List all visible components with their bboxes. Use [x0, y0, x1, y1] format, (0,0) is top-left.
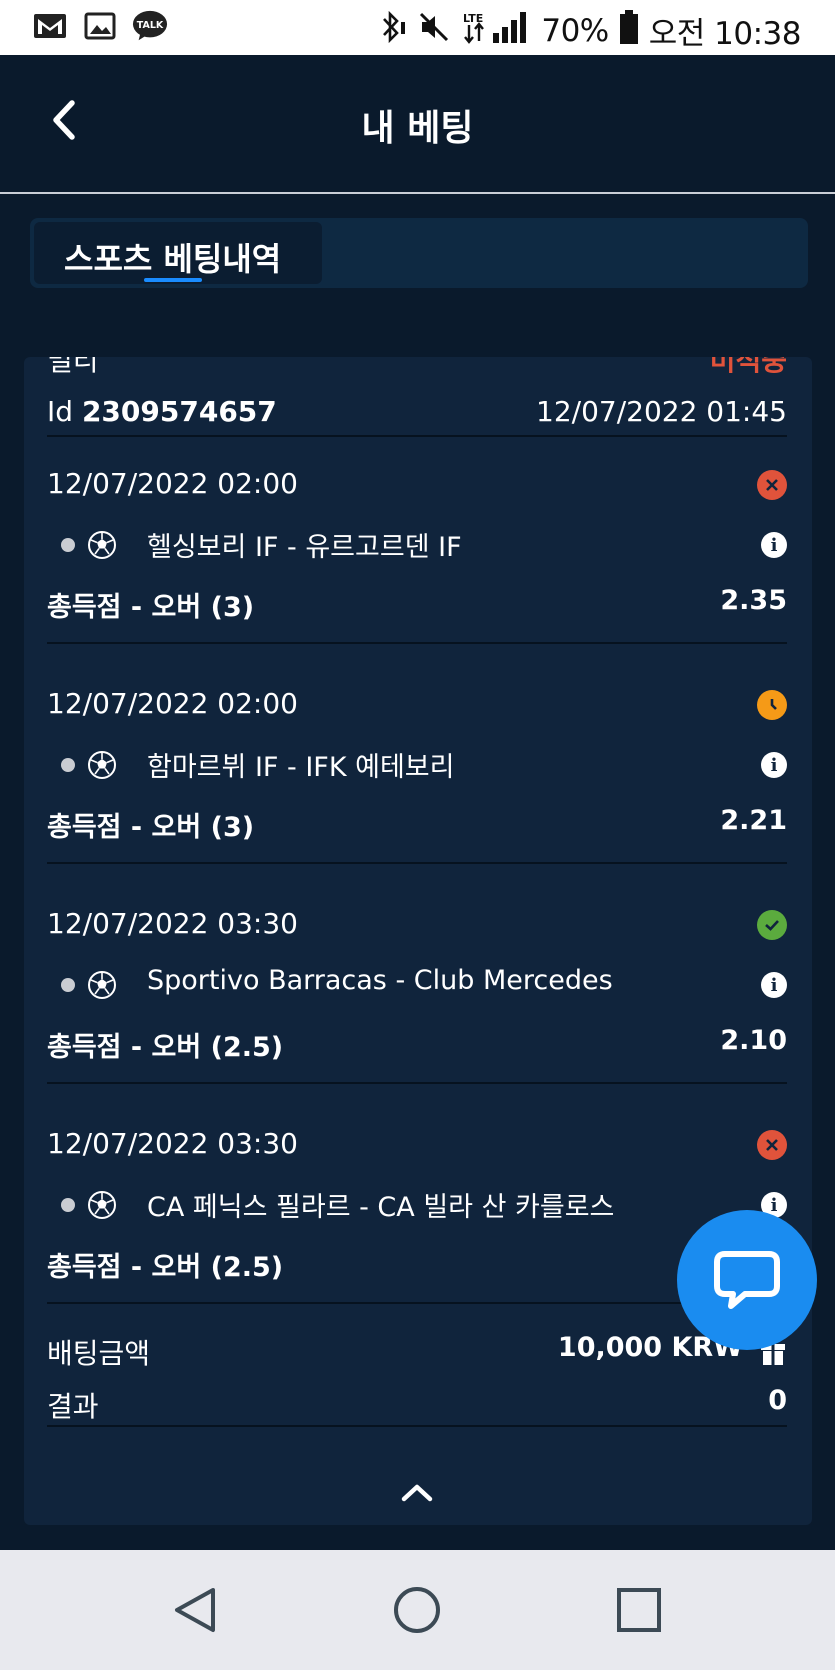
selection-time: 12/07/2022 03:30: [47, 1127, 298, 1160]
lte-signal-icon: LTE: [461, 9, 531, 53]
battery-percent: 70%: [541, 12, 609, 49]
bet-type: 멀티: [47, 357, 99, 377]
tab-bar: 스포츠 베팅내역: [30, 218, 808, 288]
circle-home-icon: [394, 1587, 440, 1633]
clock-status-icon: [757, 690, 787, 720]
tab-sports-bet-history[interactable]: 스포츠 베팅내역: [34, 222, 322, 284]
selection-time-row: 12/07/2022 03:30: [47, 907, 787, 947]
live-chat-button[interactable]: [677, 1210, 817, 1350]
selection-match: 헬싱보리 IF - 유르고르덴 IF: [147, 532, 462, 563]
chat-bubble-icon: [714, 1251, 780, 1309]
clock: 오전 10:38: [648, 16, 802, 52]
mute-icon: [417, 10, 451, 52]
page-title: 내 베팅: [361, 108, 474, 149]
lost-status-icon: [757, 1130, 787, 1160]
selection-time-row: 12/07/2022 02:00: [47, 467, 787, 507]
triangle-back-icon: [175, 1588, 215, 1632]
stake-row: 배팅금액 10,000 KRW: [47, 1332, 787, 1372]
bullet: [61, 978, 75, 992]
selection-market: 총득점 - 오버 (2.5): [47, 1032, 284, 1063]
selection-match: CA 페닉스 필라르 - CA 빌라 산 카를로스: [147, 1192, 615, 1223]
selection-match: 함마르뷔 IF - IFK 예테보리: [147, 752, 455, 783]
bet-id-label: Id: [47, 395, 74, 428]
divider: [47, 862, 787, 864]
divider: [47, 435, 787, 437]
result-label: 결과: [47, 1390, 99, 1423]
notification-icons: TALK: [32, 10, 168, 42]
kakaotalk-icon: TALK: [132, 10, 168, 42]
system-status: LTE 70% 오전 10:38: [375, 8, 802, 53]
selection-market-row: 총득점 - 오버 (3) 2.21: [47, 805, 787, 845]
info-icon[interactable]: i: [761, 972, 787, 998]
selection-odds: 2.35: [720, 585, 787, 616]
gallery-icon: [82, 10, 118, 42]
bullet: [61, 1198, 75, 1212]
app-header: 내 베팅: [0, 55, 835, 193]
collapse-button[interactable]: [394, 1477, 440, 1507]
stake-label: 배팅금액: [47, 1337, 151, 1370]
selection-time-row: 12/07/2022 03:30: [47, 1127, 787, 1167]
header-divider: [0, 192, 835, 194]
selection-market: 총득점 - 오버 (2.5): [47, 1252, 284, 1283]
lte-label: LTE: [463, 12, 483, 25]
info-icon[interactable]: i: [761, 752, 787, 778]
selection-time: 12/07/2022 03:30: [47, 907, 298, 940]
selection-market-row: 총득점 - 오버 (2.5): [47, 1245, 787, 1285]
nav-back-button[interactable]: [160, 1580, 230, 1640]
soccer-ball-icon: [88, 971, 116, 999]
bullet: [61, 758, 75, 772]
selection-match: Sportivo Barracas - Club Mercedes: [147, 965, 613, 996]
selection-market: 총득점 - 오버 (3): [47, 592, 255, 623]
soccer-ball-icon: [88, 1191, 116, 1219]
selection-odds: 2.10: [720, 1025, 787, 1056]
bluetooth-icon: [375, 10, 407, 52]
bet-status: 미적중: [709, 357, 787, 377]
tab-label: 스포츠 베팅내역: [64, 240, 282, 278]
tab-active-indicator: [144, 278, 202, 282]
selection-time-row: 12/07/2022 02:00: [47, 687, 787, 727]
system-nav-bar: [0, 1550, 835, 1670]
chevron-up-icon: [401, 1484, 433, 1502]
selection-odds: 2.21: [720, 805, 787, 836]
divider: [47, 1302, 787, 1304]
nav-home-button[interactable]: [382, 1580, 452, 1640]
info-icon[interactable]: i: [761, 532, 787, 558]
bet-id: Id 2309574657: [47, 395, 277, 428]
selection-market-row: 총득점 - 오버 (3) 2.35: [47, 585, 787, 625]
check-status-icon: [757, 910, 787, 940]
soccer-ball-icon: [88, 751, 116, 779]
selection-match-row: Sportivo Barracas - Club Mercedes i: [47, 965, 787, 1005]
divider: [47, 1425, 787, 1427]
result-row: 결과 0: [47, 1385, 787, 1425]
square-recents-icon: [617, 1588, 661, 1632]
bet-id-value: 2309574657: [81, 395, 277, 428]
selection-match-row: 함마르뷔 IF - IFK 예테보리 i: [47, 745, 787, 785]
divider: [47, 1082, 787, 1084]
bet-placed-at: 12/07/2022 01:45: [536, 395, 787, 428]
selection-market-row: 총득점 - 오버 (2.5) 2.10: [47, 1025, 787, 1065]
selection-time: 12/07/2022 02:00: [47, 687, 298, 720]
soccer-ball-icon: [88, 531, 116, 559]
bet-card: 멀티 미적중 Id 2309574657 12/07/2022 01:45 12…: [24, 357, 812, 1525]
lost-status-icon: [757, 470, 787, 500]
selection-market: 총득점 - 오버 (3): [47, 812, 255, 843]
gmail-icon: [32, 10, 68, 42]
kakaotalk-label: TALK: [137, 20, 164, 31]
selection-time: 12/07/2022 02:00: [47, 467, 298, 500]
bet-id-row: Id 2309574657 12/07/2022 01:45: [47, 395, 787, 435]
status-bar: TALK LTE 70% 오전 10:38: [0, 0, 835, 55]
result-value: 0: [768, 1385, 787, 1416]
selection-match-row: CA 페닉스 필라르 - CA 빌라 산 카를로스 i: [47, 1185, 787, 1225]
divider: [47, 642, 787, 644]
selection-match-row: 헬싱보리 IF - 유르고르덴 IF i: [47, 525, 787, 565]
bet-type-row: 멀티 미적중: [47, 357, 787, 379]
battery-icon: [619, 9, 639, 53]
bullet: [61, 538, 75, 552]
nav-recents-button[interactable]: [604, 1580, 674, 1640]
